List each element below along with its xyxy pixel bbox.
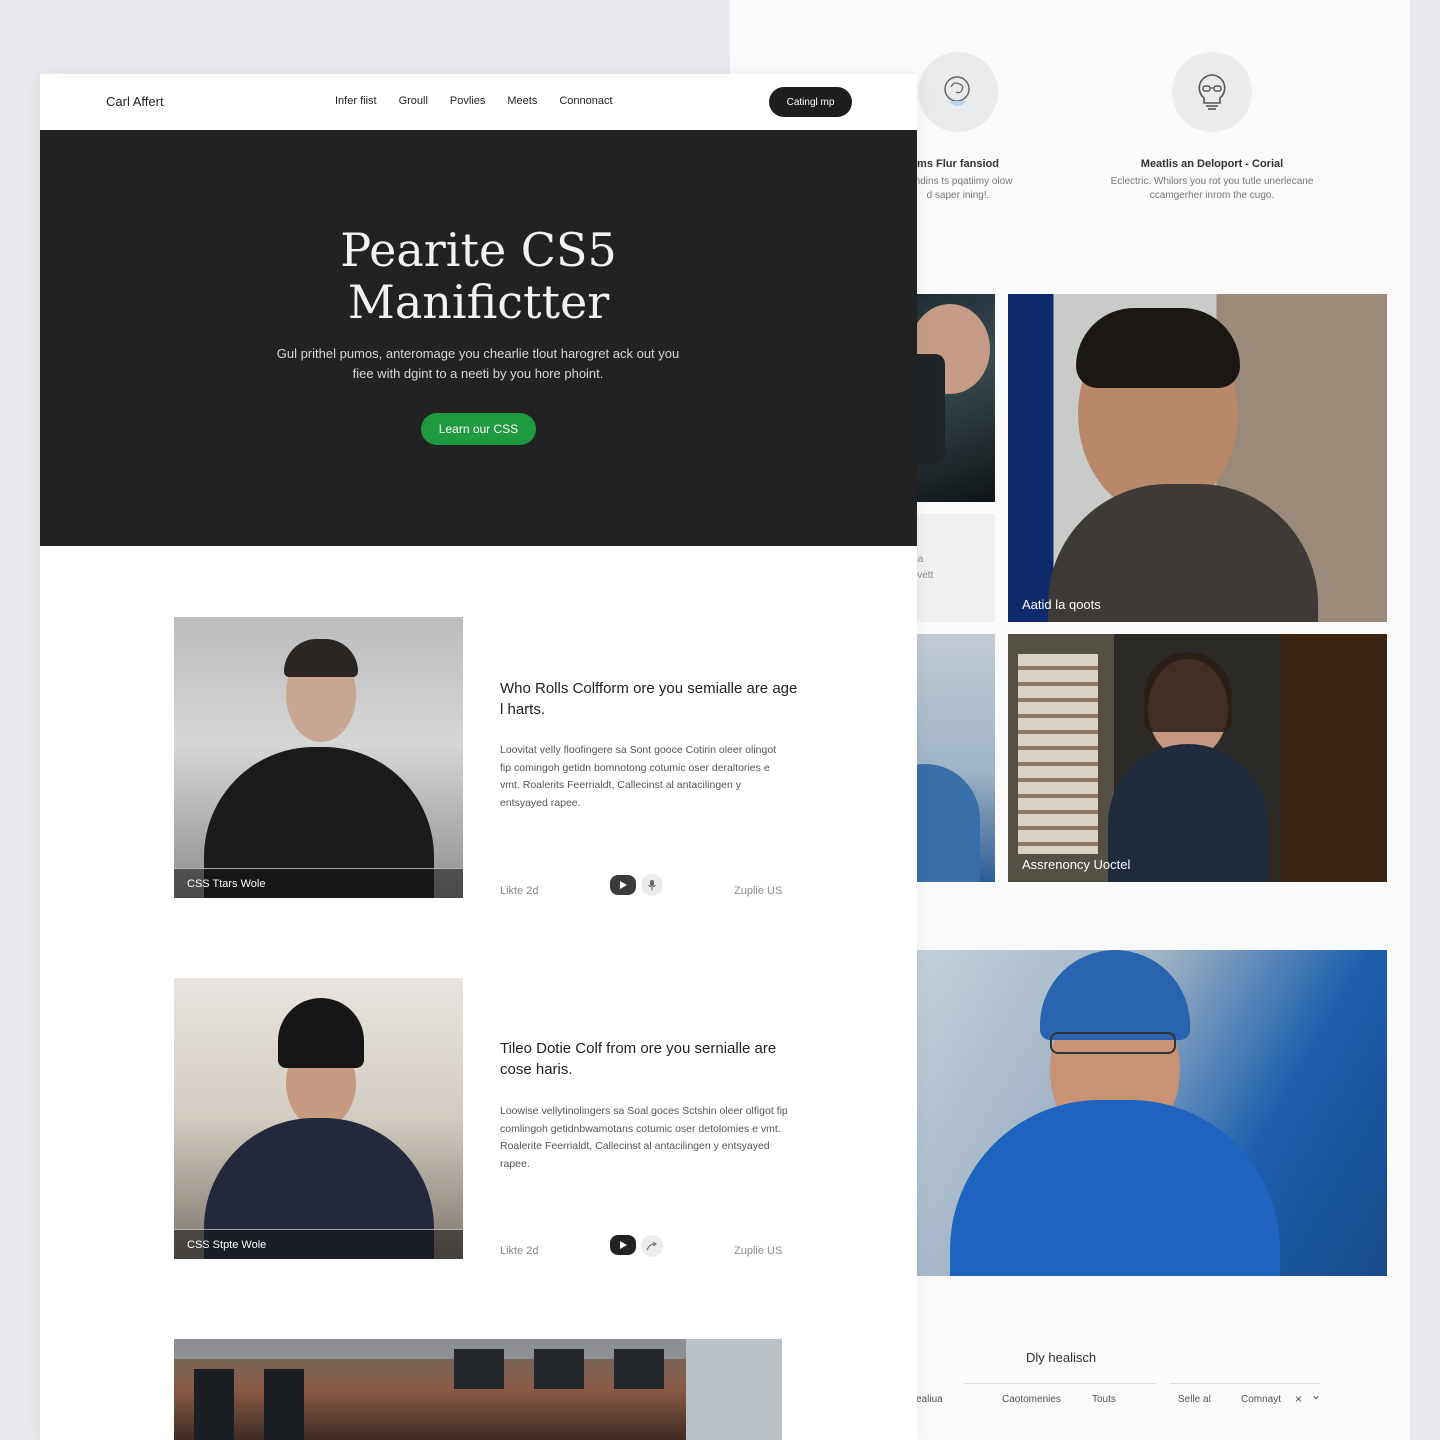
nav-link[interactable]: Povlies xyxy=(450,95,485,107)
card-meta-location: Zuplie US xyxy=(734,885,783,897)
play-icon[interactable] xyxy=(610,1235,636,1255)
lightbulb-glasses-icon xyxy=(1172,52,1252,132)
chevron-down-icon[interactable]: ⌄ xyxy=(1311,1388,1321,1402)
hero-subtitle: Gul prithel pumos, anteromage you chearl… xyxy=(276,346,680,381)
photo-caption: CSS Stpte Wole xyxy=(187,1239,267,1251)
nav-link[interactable]: Connonact xyxy=(559,95,612,107)
hero-title: Pearite CS5 Manifictter xyxy=(40,224,917,328)
card-meta-date: Likte 2d xyxy=(500,1245,539,1257)
play-icon[interactable] xyxy=(610,875,636,895)
footer-title: Dly healisch xyxy=(1026,1350,1097,1365)
footer-link[interactable]: Selle al xyxy=(1178,1394,1211,1405)
footer-link[interactable]: ealiua xyxy=(916,1394,943,1405)
hero-cta-button[interactable]: Learn our CSS xyxy=(421,413,536,445)
share-icon[interactable] xyxy=(641,1235,663,1257)
footer-link[interactable]: Caotomenies xyxy=(1002,1394,1061,1405)
card-title[interactable]: Tileo Dotie Colf from ore you sernialle … xyxy=(500,1038,800,1080)
close-icon[interactable]: × xyxy=(1295,1392,1302,1406)
nav-link[interactable]: Meets xyxy=(507,95,537,107)
footer-link[interactable]: Touts xyxy=(1092,1394,1116,1405)
card-meta-date: Likte 2d xyxy=(500,885,539,897)
card-body: Loowise vellytinolingers sa Soal goces S… xyxy=(500,1105,788,1170)
top-navigation: Carl Affert Infer fiist Groull Povlies M… xyxy=(40,74,917,130)
front-page-panel: Carl Affert Infer fiist Groull Povlies M… xyxy=(40,74,917,1440)
card-title[interactable]: Who Rolls Colfform ore you semialle are … xyxy=(500,678,800,720)
nav-cta-button[interactable]: Catingl mp xyxy=(769,87,852,117)
mic-icon[interactable] xyxy=(641,874,663,896)
photo-caption: Assrenoncy Uoctel xyxy=(1022,857,1131,872)
hero-section: Pearite CS5 Manifictter Gul prithel pumo… xyxy=(40,130,917,546)
hero-title-line: Manifictter xyxy=(347,275,610,329)
card-photo[interactable]: CSS Stpte Wole xyxy=(174,978,463,1259)
footer-divider xyxy=(964,1383,1156,1384)
card-body: Loovitat velly floofingere sa Sont gooce… xyxy=(500,744,777,809)
photo-caption: CSS Ttars Wole xyxy=(187,878,266,890)
gallery-photo-portrait-man[interactable]: Aatid la qoots xyxy=(1008,294,1387,622)
footer-divider xyxy=(1170,1383,1320,1384)
building-photo[interactable] xyxy=(174,1339,782,1440)
footer-link[interactable]: Comnayt xyxy=(1241,1394,1281,1405)
nav-link[interactable]: Infer fiist xyxy=(335,95,377,107)
nav-link[interactable]: Groull xyxy=(399,95,428,107)
feature-title: Meatlis an Deloport - Corial xyxy=(1140,158,1284,170)
card-photo[interactable]: CSS Ttars Wole xyxy=(174,617,463,898)
hero-title-line: Pearite CS5 xyxy=(340,223,617,277)
brain-head-icon xyxy=(918,52,998,132)
gallery-photo-woman-bookshelf[interactable]: Assrenoncy Uoctel xyxy=(1008,634,1387,882)
feature-text: Eclectric. Whilors you rot you tutle une… xyxy=(1110,176,1314,201)
nav-links: Infer fiist Groull Povlies Meets Connona… xyxy=(335,95,635,107)
gallery-photo-man-beanie-glasses[interactable] xyxy=(890,950,1387,1276)
brand-logo-text[interactable]: Carl Affert xyxy=(106,94,164,109)
card-meta-location: Zuplie US xyxy=(734,1245,783,1257)
feature-item: Meatlis an Deloport - Corial Eclectric. … xyxy=(1092,52,1332,203)
photo-caption: Aatid la qoots xyxy=(1022,597,1101,612)
